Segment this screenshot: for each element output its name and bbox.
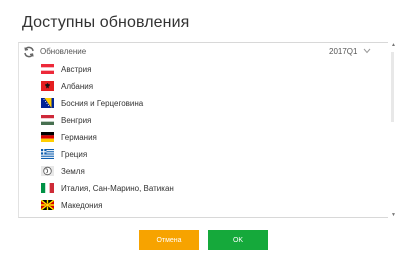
list-item[interactable]: Земля [19,163,388,180]
list-item[interactable]: Германия [19,129,388,146]
hungary-flag-icon [41,115,54,125]
list-item[interactable]: Македония [19,197,388,214]
chevron-down-icon[interactable] [363,48,371,54]
country-list: Австрия Албания Босния и Герцеговина Вен… [19,61,388,218]
earth-icon [41,166,54,176]
updates-list[interactable]: Обновление 2017Q1 Австрия Албания Босния… [18,42,388,218]
dialog-title: Доступны обновления [22,14,190,31]
item-label: Германия [61,133,97,142]
update-group-label: Обновление [40,47,87,56]
greece-flag-icon [41,149,54,159]
update-group-header[interactable]: Обновление 2017Q1 [19,43,388,61]
list-scrollbar[interactable]: ▲ ▼ [390,42,396,218]
ok-button[interactable]: OK [208,230,268,250]
item-label: Босния и Герцеговина [61,99,144,108]
item-label: Греция [61,150,88,159]
item-label: Венгрия [61,116,92,125]
germany-flag-icon [41,132,54,142]
list-item[interactable]: Италия, Сан-Марино, Ватикан [19,180,388,197]
list-item[interactable] [19,214,388,218]
item-label: Албания [61,82,94,91]
albania-flag-icon [41,81,54,91]
bosnia-flag-icon [41,98,54,108]
macedonia-flag-icon [41,200,54,210]
item-label: Земля [61,167,85,176]
scroll-up-arrow-icon[interactable]: ▲ [391,42,396,48]
list-item[interactable]: Венгрия [19,112,388,129]
list-item[interactable]: Албания [19,78,388,95]
list-item[interactable]: Босния и Герцеговина [19,95,388,112]
cancel-button[interactable]: Отмена [139,230,199,250]
list-item[interactable]: Австрия [19,61,388,78]
item-label: Австрия [61,65,92,74]
item-label: Италия, Сан-Марино, Ватикан [61,184,174,193]
refresh-icon [24,46,34,58]
italy-flag-icon [41,183,54,193]
update-version: 2017Q1 [329,47,358,56]
scroll-thumb[interactable] [391,52,394,122]
item-label: Македония [61,201,103,210]
scroll-down-arrow-icon[interactable]: ▼ [391,212,396,218]
austria-flag-icon [41,64,54,74]
partial-flag-icon [41,217,54,218]
list-item[interactable]: Греция [19,146,388,163]
